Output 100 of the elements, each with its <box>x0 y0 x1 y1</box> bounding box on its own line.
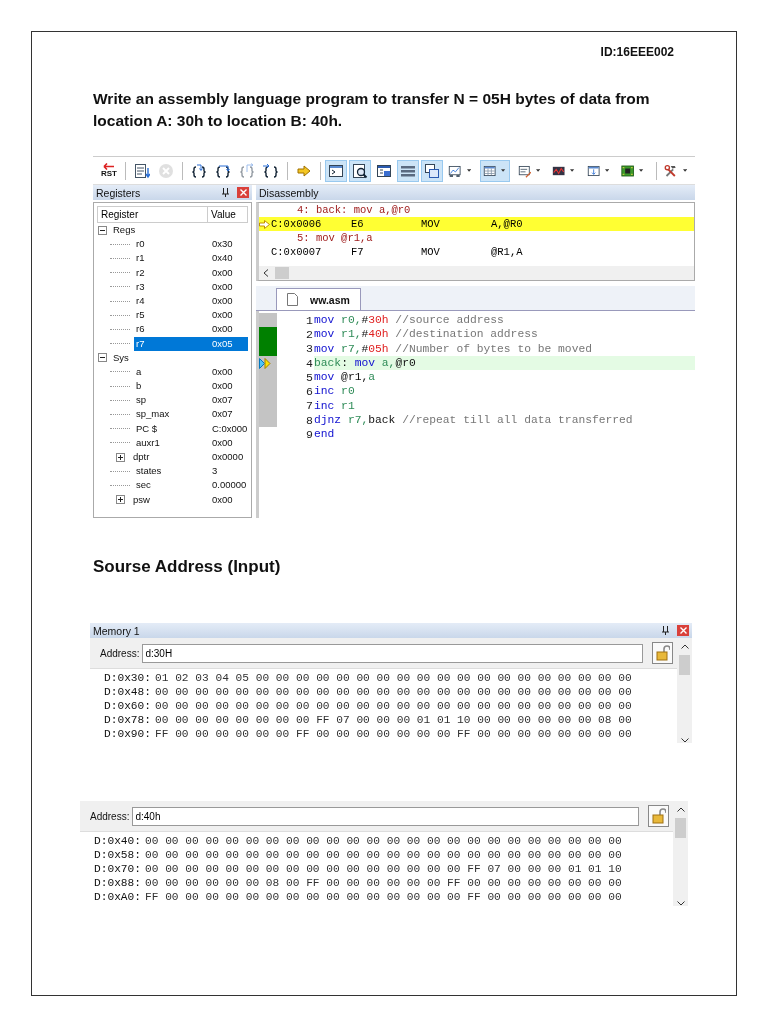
memory-address: D:0x78: <box>104 714 151 726</box>
memory-bytes: FF 00 00 00 00 00 00 FF 00 00 00 00 00 00 00 FF 00 00 00 00 00 00 00 00 <box>155 728 632 740</box>
address-field[interactable]: d:40h <box>132 806 639 826</box>
register-name[interactable]: r5 <box>134 308 212 323</box>
register-name[interactable]: dptr <box>131 450 212 465</box>
arrow-icon <box>103 163 115 170</box>
memory-bytes: FF 00 00 00 00 00 00 00 00 00 00 00 00 00 00 00 FF 00 00 00 00 00 00 00 <box>145 891 622 903</box>
line-number: 8 <box>305 413 314 427</box>
register-name[interactable]: r2 <box>134 265 212 280</box>
file-tab[interactable]: ww.asm <box>276 288 361 310</box>
arrow-icon <box>295 162 312 179</box>
run-to-cursor-icon <box>262 162 279 179</box>
register-name[interactable]: r3 <box>134 279 212 294</box>
register-name[interactable]: r7 <box>134 336 212 351</box>
memory-address: D:0xA0: <box>94 891 141 903</box>
stop-icon <box>157 162 174 179</box>
tree-line <box>110 328 130 330</box>
register-name[interactable]: auxr1 <box>134 435 212 450</box>
scroll-thumb[interactable] <box>675 818 686 838</box>
window-icon <box>376 162 393 179</box>
pin-icon <box>662 626 669 635</box>
toolbar-button[interactable] <box>325 159 348 182</box>
code-line: djnz r7,back //repeat till all data transferred <box>314 413 634 428</box>
tree-line <box>110 470 130 472</box>
expand-icon[interactable] <box>116 452 125 462</box>
tree-line <box>110 243 130 245</box>
register-value: 0x00 <box>212 492 234 507</box>
code-line: inc r0 <box>314 384 356 399</box>
operands: A,@R0 <box>491 218 523 230</box>
step-over-icon <box>214 162 231 179</box>
register-name[interactable]: r4 <box>134 293 212 309</box>
register-name[interactable]: r0 <box>134 237 212 252</box>
circuit-board-icon <box>621 162 635 179</box>
register-name[interactable]: sp <box>134 393 212 408</box>
tree-line <box>110 257 130 259</box>
address-field[interactable]: d:30H <box>142 643 643 663</box>
register-name[interactable]: r6 <box>134 322 212 337</box>
scroll-up-icon <box>680 644 689 649</box>
tree-line <box>110 399 130 401</box>
question-text: Write an assembly language program to transfer N = 05H bytes of data from location A: 30h to location B: 40h. <box>93 89 651 131</box>
code-line: mov r0,#30h //source address <box>314 313 505 328</box>
collapse-icon[interactable] <box>98 353 107 363</box>
line-number: 1 <box>305 313 314 327</box>
scroll-down-icon <box>680 738 689 743</box>
column-header[interactable]: Value <box>208 207 247 222</box>
register-value: 0.00000 <box>212 478 248 493</box>
scroll-up-icon <box>676 807 685 812</box>
register-name[interactable]: states <box>134 464 212 479</box>
lock-button[interactable] <box>652 642 673 664</box>
register-name[interactable]: Regs <box>111 223 208 238</box>
expand-icon[interactable] <box>116 495 125 505</box>
memory-bytes: 00 00 00 00 00 00 00 00 FF 07 00 00 00 01 01 10 00 00 00 00 00 00 08 00 <box>155 714 632 726</box>
register-value: 0x00 <box>212 435 234 450</box>
memory-address: D:0x40: <box>94 835 141 847</box>
register-value: 0x05 <box>212 336 248 351</box>
coverage-mark <box>259 327 277 342</box>
pin-icon <box>222 188 229 197</box>
close-button[interactable] <box>677 625 689 636</box>
toolbar-button[interactable] <box>349 159 372 182</box>
collapse-icon[interactable] <box>98 225 107 235</box>
close-icon <box>679 627 687 634</box>
register-name[interactable]: sec <box>134 478 212 493</box>
caret-icon <box>535 169 541 172</box>
tree-line <box>110 414 130 416</box>
register-name[interactable]: psw <box>131 492 212 507</box>
tree-line <box>110 300 130 302</box>
operands: @R1,A <box>491 246 523 258</box>
step-into-icon <box>190 162 207 179</box>
register-name[interactable]: sp_max <box>134 407 212 422</box>
tree-line <box>110 343 130 345</box>
register-name[interactable]: PC $ <box>134 421 212 436</box>
scroll-thumb[interactable] <box>275 267 289 279</box>
scroll-thumb[interactable] <box>679 655 690 675</box>
code-line: inc r1 <box>314 398 356 414</box>
register-value: 0x00 <box>212 279 234 294</box>
memory-bytes: 00 00 00 00 00 00 00 00 00 00 00 00 00 00 00 00 00 00 00 00 00 00 00 00 <box>155 700 632 712</box>
register-value: 0x00 <box>212 379 234 394</box>
toolbar-button[interactable] <box>421 159 444 182</box>
close-button[interactable] <box>237 187 249 198</box>
scrollbar[interactable] <box>259 266 694 280</box>
reset-button[interactable]: RST <box>98 159 120 182</box>
memory-address: D:0x30: <box>104 672 151 684</box>
code-line: mov r1,#40h //destination address <box>314 327 539 342</box>
caret-icon <box>570 169 575 172</box>
instruction-address: C:0x0006 <box>271 218 323 230</box>
tree-line <box>110 286 130 288</box>
tree-line <box>110 442 130 444</box>
close-icon <box>239 189 247 196</box>
register-name[interactable]: r1 <box>134 251 212 266</box>
column-header[interactable]: Register <box>98 207 208 222</box>
source-line: 4: back: mov a,@r0 <box>296 204 411 216</box>
address-label: Address: <box>100 647 140 659</box>
mnemonic: MOV <box>421 246 441 258</box>
register-name[interactable]: Sys <box>111 350 208 365</box>
lock-button[interactable] <box>648 805 669 827</box>
magnifier-icon <box>352 162 369 179</box>
register-name[interactable]: a <box>134 364 212 380</box>
register-name[interactable]: b <box>134 379 212 394</box>
memory-bytes: 00 00 00 00 00 00 00 00 00 00 00 00 00 00 00 00 FF 07 00 00 00 01 01 10 <box>145 863 622 875</box>
panel-title: Disassembly <box>259 186 319 199</box>
